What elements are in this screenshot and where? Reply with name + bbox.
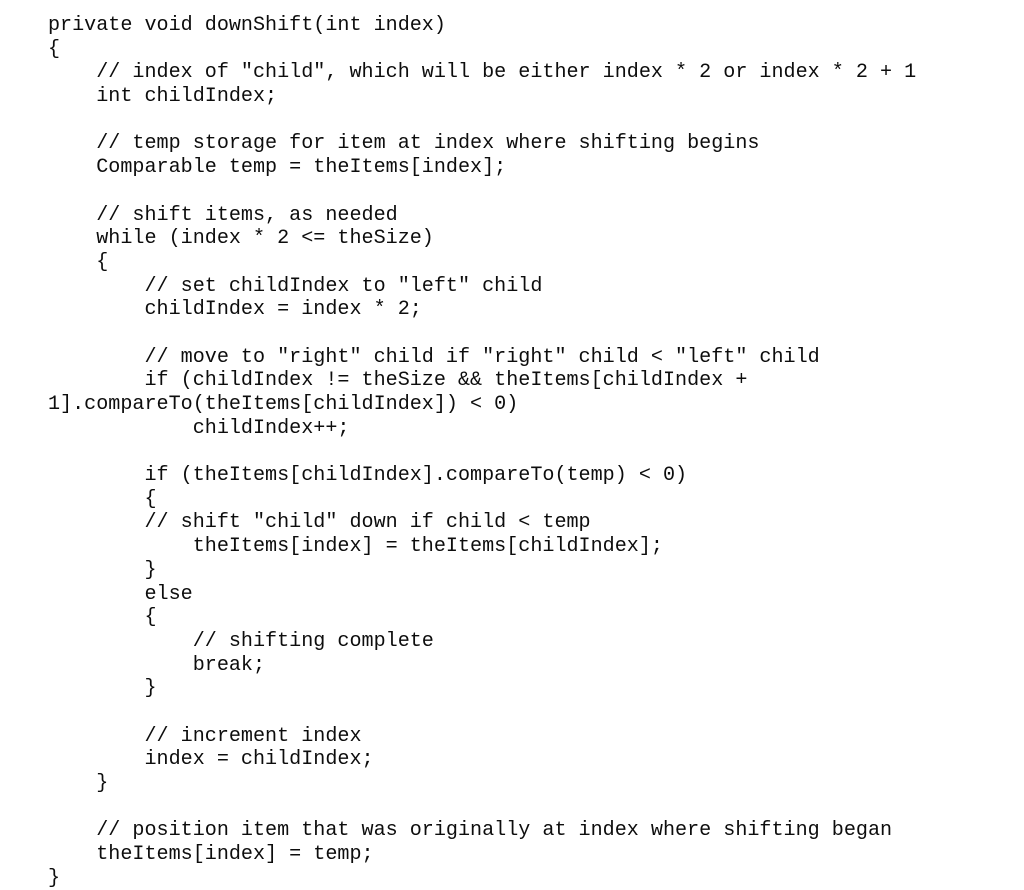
code-line: if (theItems[childIndex].compareTo(temp)… bbox=[48, 464, 688, 488]
code-listing: private void downShift(int index){ // in… bbox=[0, 0, 1024, 890]
code-line: theItems[index] = temp; bbox=[48, 843, 374, 867]
code-line: private void downShift(int index) bbox=[48, 14, 446, 37]
code-line: childIndex = index * 2; bbox=[48, 298, 422, 322]
code-line: // position item that was originally at … bbox=[48, 819, 893, 843]
code-line: { bbox=[48, 37, 61, 61]
code-line: index = childIndex; bbox=[48, 748, 374, 772]
code-line: if (childIndex != theSize && theItems[ch… bbox=[48, 369, 748, 393]
code-line: // shift items, as needed bbox=[48, 203, 398, 227]
code-line: } bbox=[48, 558, 157, 582]
code-line: // move to "right" child if "right" chil… bbox=[48, 345, 820, 369]
code-line: theItems[index] = theItems[childIndex]; bbox=[48, 535, 663, 559]
code-line: } bbox=[48, 677, 157, 701]
code-line: // set childIndex to "left" child bbox=[48, 274, 543, 298]
code-line: { bbox=[48, 606, 157, 630]
code-line: break; bbox=[48, 653, 266, 677]
code-line: childIndex++; bbox=[48, 416, 350, 440]
code-line: else bbox=[48, 582, 193, 606]
code-line: } bbox=[48, 866, 61, 890]
code-line: // shifting complete bbox=[48, 629, 434, 653]
code-line: 1].compareTo(theItems[childIndex]) < 0) bbox=[48, 393, 519, 416]
code-line: // increment index bbox=[48, 724, 362, 748]
code-line: while (index * 2 <= theSize) bbox=[48, 227, 434, 251]
code-line: // temp storage for item at index where … bbox=[48, 132, 760, 156]
code-line: } bbox=[48, 772, 109, 795]
code-line: { bbox=[48, 250, 109, 274]
code-line: Comparable temp = theItems[index]; bbox=[48, 156, 507, 180]
code-line: int childIndex; bbox=[48, 85, 278, 109]
code-line: { bbox=[48, 487, 157, 511]
code-line: // shift "child" down if child < temp bbox=[48, 511, 591, 535]
code-line: // index of "child", which will be eithe… bbox=[48, 61, 917, 85]
